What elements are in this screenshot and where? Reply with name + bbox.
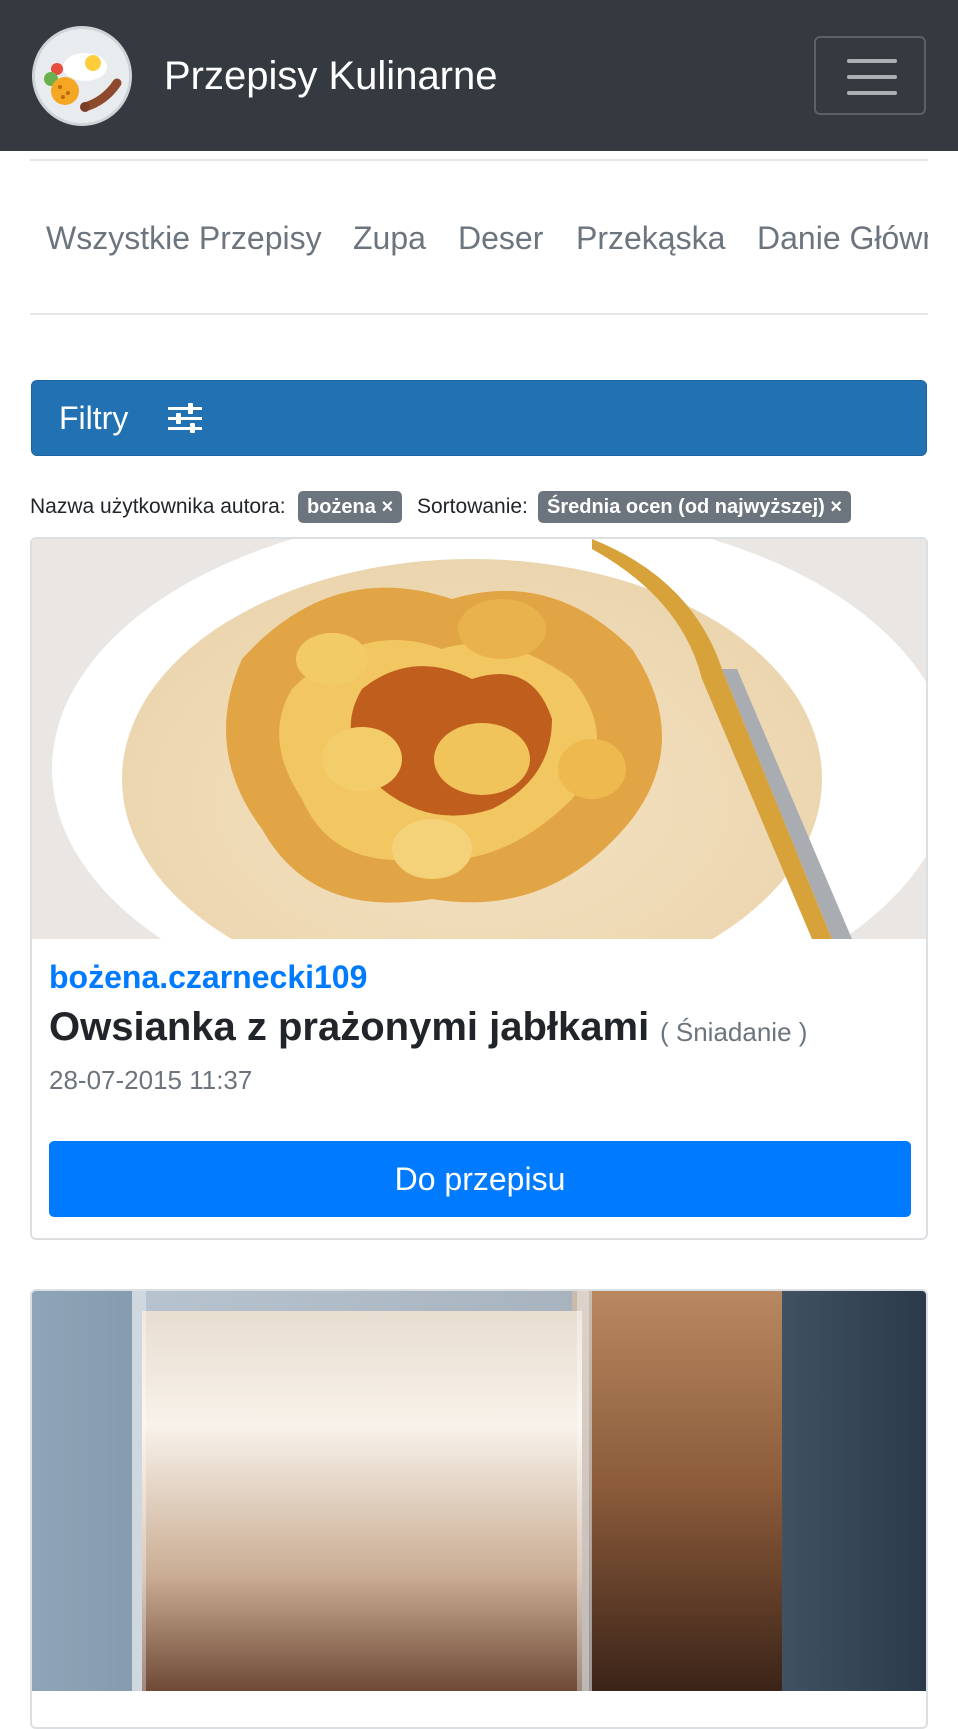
category-soup[interactable]: Zupa bbox=[353, 218, 426, 258]
recipe-image[interactable] bbox=[32, 1291, 926, 1691]
author-filter-badge[interactable]: bożena × bbox=[298, 491, 403, 523]
sort-filter-label: Sortowanie: bbox=[417, 495, 528, 518]
category-nav: Wszystkie Przepisy Zupa Deser Przekąska … bbox=[30, 162, 928, 314]
category-main[interactable]: Danie Główne bbox=[757, 218, 928, 258]
hamburger-menu-icon[interactable] bbox=[814, 36, 926, 115]
sliders-icon bbox=[168, 403, 202, 433]
category-all[interactable]: Wszystkie Przepisy bbox=[46, 218, 322, 258]
divider bbox=[30, 313, 928, 315]
filters-button[interactable]: Filtry bbox=[31, 380, 927, 456]
breakfast-plate-icon[interactable] bbox=[32, 26, 132, 126]
sort-filter-badge[interactable]: Średnia ocen (od najwyższej) × bbox=[538, 491, 852, 523]
category-snack[interactable]: Przekąska bbox=[576, 218, 725, 258]
recipe-card: bożena.czarnecki109 Owsianka z prażonymi… bbox=[30, 537, 928, 1240]
divider bbox=[30, 159, 928, 161]
recipe-title: Owsianka z prażonymi jabłkami bbox=[49, 1005, 650, 1049]
filters-label: Filtry bbox=[59, 400, 129, 436]
category-dessert[interactable]: Deser bbox=[458, 218, 543, 258]
author-filter-label: Nazwa użytkownika autora: bbox=[30, 495, 286, 518]
brand-title[interactable]: Przepisy Kulinarne bbox=[164, 50, 498, 102]
recipe-author-link[interactable]: bożena.czarnecki109 bbox=[49, 957, 367, 997]
recipe-card bbox=[30, 1289, 928, 1729]
recipe-category: ( Śniadanie ) bbox=[660, 1017, 808, 1047]
recipe-date: 28-07-2015 11:37 bbox=[49, 1065, 253, 1095]
recipe-image[interactable] bbox=[32, 539, 926, 939]
go-to-recipe-button[interactable]: Do przepisu bbox=[49, 1141, 911, 1217]
navbar: Przepisy Kulinarne bbox=[0, 0, 958, 151]
